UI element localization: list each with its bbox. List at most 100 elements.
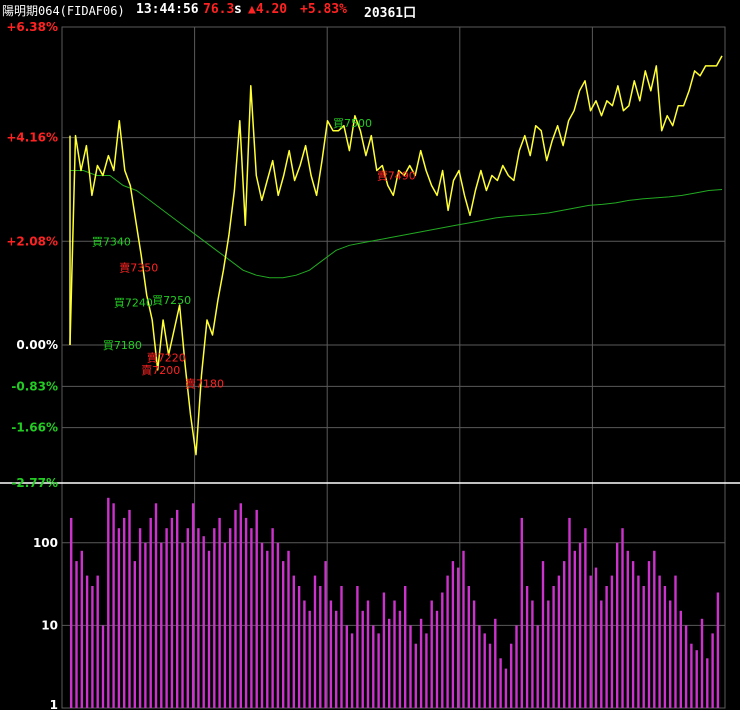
- trade-marker: 賣7220: [147, 350, 186, 364]
- volume-bar: [483, 633, 486, 708]
- volume-bar: [637, 575, 640, 708]
- y-tick-label: -0.83%: [11, 379, 58, 393]
- volume-bar: [451, 561, 455, 708]
- volume-bar: [488, 643, 492, 708]
- volume-bar: [409, 625, 412, 708]
- trade-marker: 買7500: [333, 117, 372, 130]
- volume-bar: [499, 658, 502, 708]
- volume-bar: [419, 618, 423, 708]
- volume-bar: [101, 625, 105, 708]
- volume-bar: [260, 542, 264, 708]
- volume-bar: [706, 658, 709, 708]
- volume-bar: [292, 575, 295, 708]
- y-tick-label: -2.77%: [11, 476, 58, 490]
- volume-bar: [255, 509, 258, 708]
- volume-bar: [616, 542, 619, 708]
- volume-bar: [626, 550, 629, 708]
- volume-bar: [223, 542, 227, 708]
- volume-bar: [716, 592, 720, 708]
- volume-bar: [335, 610, 338, 708]
- volume-bar: [181, 542, 184, 708]
- volume-bar: [366, 600, 370, 708]
- volume-bar: [213, 528, 216, 708]
- volume-bar: [653, 550, 656, 708]
- y-tick-label: 0.00%: [16, 338, 58, 352]
- price-line: [69, 55, 723, 456]
- trade-marker: 買7340: [92, 235, 131, 248]
- trade-marker: 買7180: [103, 339, 142, 352]
- volume-bar: [478, 625, 481, 708]
- volume-bar: [207, 550, 211, 708]
- volume-bar: [647, 561, 651, 708]
- volume-bar: [218, 517, 221, 708]
- volume-bar: [547, 600, 550, 708]
- volume-bar: [382, 592, 386, 708]
- volume-bar: [117, 528, 121, 708]
- volume-bar: [711, 633, 714, 708]
- volume-tick-label: 10: [41, 618, 58, 632]
- volume-bar: [340, 586, 343, 708]
- volume-bar: [430, 600, 433, 708]
- volume-bar: [128, 509, 131, 708]
- volume-bar: [462, 550, 465, 708]
- volume-bar: [303, 600, 306, 708]
- volume-bar: [356, 586, 359, 708]
- volume-bar: [112, 503, 115, 708]
- price-axis: +6.38% +4.16% +2.08% 0.00% -0.83% -1.66% -2.77…: [6, 20, 58, 490]
- volume-bar: [536, 625, 539, 708]
- volume-bar: [568, 517, 571, 708]
- volume-bar: [557, 575, 561, 708]
- volume-bar: [690, 643, 693, 708]
- volume-bar: [160, 542, 163, 708]
- volume-bar: [563, 561, 566, 708]
- volume-bar: [372, 625, 375, 708]
- volume-bar: [350, 633, 354, 708]
- volume-bar: [80, 550, 83, 708]
- volume-axis: 100 10 1: [33, 536, 58, 710]
- volume-bar: [520, 517, 523, 708]
- volume-bar: [96, 575, 99, 708]
- volume-bar: [107, 497, 110, 708]
- volume-bar: [494, 618, 497, 708]
- volume-bar: [684, 625, 688, 708]
- y-tick-label: +4.16%: [6, 131, 58, 145]
- volume-bar: [138, 528, 142, 708]
- volume-bar: [642, 586, 645, 708]
- volume-bar: [393, 600, 396, 708]
- volume-bar: [414, 643, 417, 708]
- volume-bar: [515, 625, 518, 708]
- volume-bar: [234, 509, 237, 708]
- volume-bar: [271, 528, 274, 708]
- volume-bar: [276, 542, 280, 708]
- volume-bar: [658, 575, 661, 708]
- volume-bar: [398, 610, 402, 708]
- volume-bar: [329, 600, 333, 708]
- volume-bar: [578, 542, 582, 708]
- volume-bar: [531, 600, 534, 708]
- trade-marker: 買7250: [152, 294, 191, 307]
- price-line-layer: [69, 55, 723, 456]
- trade-marker: 賣7200: [141, 363, 180, 377]
- volume-bar: [605, 586, 608, 708]
- volume-bar: [345, 625, 348, 708]
- volume-bar: [170, 517, 174, 708]
- volume-bar: [600, 600, 603, 708]
- volume-bar: [573, 550, 576, 708]
- volume-bar: [308, 610, 311, 708]
- volume-bar: [510, 643, 513, 708]
- volume-tick-label: 100: [33, 536, 58, 550]
- trade-marker: 賣7180: [185, 376, 224, 390]
- volume-bar: [70, 517, 73, 708]
- volume-bar: [621, 528, 624, 708]
- volume-bar: [123, 517, 126, 708]
- volume-bar: [377, 633, 380, 708]
- volume-bar: [674, 575, 677, 708]
- volume-bar: [287, 550, 290, 708]
- volume-bar: [610, 575, 614, 708]
- volume-bar: [282, 561, 285, 708]
- volume-bar: [631, 561, 635, 708]
- volume-bar: [133, 561, 136, 708]
- volume-bars: [70, 497, 720, 708]
- volume-bar: [552, 586, 555, 708]
- volume-bar: [446, 575, 449, 708]
